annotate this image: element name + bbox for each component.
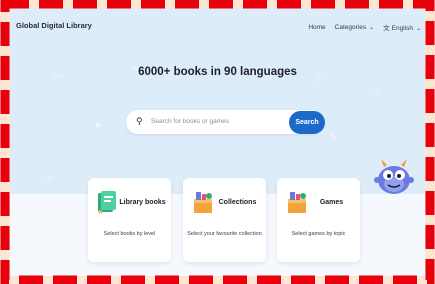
card-title: Collections (218, 199, 257, 206)
language-selector[interactable]: 文 English ⌄ (383, 22, 421, 32)
language-label: English (391, 25, 413, 32)
web-page: Global Digital Library Home Categories ⌄ … (10, 8, 425, 276)
nav-categories-label: Categories (334, 23, 367, 31)
chevron-down-icon: ⌄ (415, 26, 421, 32)
box-icon (288, 192, 306, 213)
sparkle-decoration-icon: ✦ (94, 120, 102, 130)
card-description: Select your favourite collection (187, 231, 262, 237)
nav-menu: Home Categories ⌄ 文 English ⌄ (308, 22, 421, 33)
green-book-icon (98, 191, 116, 214)
nav-categories-dropdown[interactable]: Categories ⌄ (335, 24, 374, 31)
hero-heading: 6000+ books in 90 languages (138, 66, 297, 78)
box-icon (194, 192, 212, 213)
search-icon: ⚲ (136, 116, 143, 126)
monster-mascot-icon (374, 159, 414, 194)
chevron-down-icon: ⌄ (369, 24, 375, 31)
search-placeholder: Search for books or games (151, 118, 230, 125)
top-navigation-bar: Global Digital Library Home Categories ⌄ … (10, 8, 425, 36)
pencil-decoration-icon: ✎ (330, 132, 338, 142)
book-decoration-icon: ◇ (374, 86, 381, 96)
library-books-card[interactable]: Library books Select books by level (88, 178, 171, 262)
translate-icon: 文 (383, 25, 390, 32)
collections-card[interactable]: Collections Select your favourite collec… (183, 178, 266, 262)
nav-home-link[interactable]: Home (308, 24, 325, 31)
search-button[interactable]: Search (289, 111, 325, 134)
card-description: Select books by level (103, 231, 156, 237)
card-title: Library books (119, 199, 166, 206)
site-logo-text[interactable]: Global Digital Library (16, 21, 92, 30)
card-description: Select games by topic (291, 231, 346, 237)
card-title: Games (319, 199, 344, 206)
book-decoration-icon: ▱ (46, 172, 53, 182)
games-card[interactable]: Games Select games by topic (277, 178, 360, 262)
